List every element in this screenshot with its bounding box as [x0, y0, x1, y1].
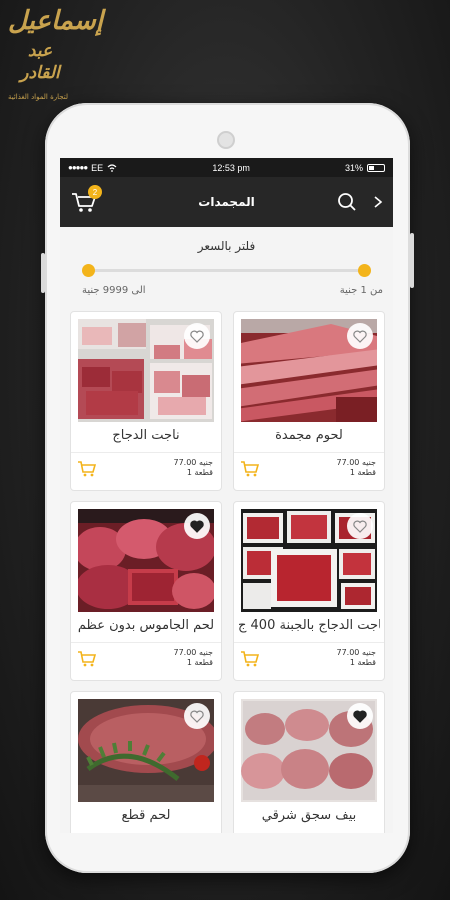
product-card[interactable]: لحم الجاموس بدون عظم 77.00 جنيه 1 قطعة [70, 501, 222, 681]
cart-icon [241, 461, 260, 477]
product-image[interactable] [241, 509, 377, 612]
product-card[interactable]: ناجت الدجاج 77.00 جنيه 1 قطعة [70, 311, 222, 491]
logo-script: إسماعيل [8, 6, 104, 36]
card-divider [71, 642, 221, 643]
favorite-button[interactable] [184, 513, 210, 539]
product-card[interactable]: بيف سجق شرقي [233, 691, 385, 833]
phone-camera [217, 131, 235, 149]
product-unit: 1 قطعة [349, 468, 376, 477]
cart-count-badge: 2 [88, 185, 102, 199]
app-header: 2 المجمدات [60, 177, 393, 227]
status-bar: ●●●●● EE 12:53 pm 31% [60, 158, 393, 177]
product-price-block: 77.00 جنيه 1 قطعة [173, 458, 213, 478]
product-unit: 1 قطعة [186, 658, 213, 667]
product-unit: 1 قطعة [186, 468, 213, 477]
product-card[interactable]: لحم قطع [70, 691, 222, 833]
product-name[interactable]: ناجت الدجاج [75, 428, 217, 443]
cart-icon [241, 651, 260, 667]
price-min-label: من 1 جنية [339, 285, 383, 296]
price-filter-label: فلتر بالسعر [197, 239, 256, 253]
heart-filled-icon [190, 520, 204, 533]
price-slider-max-handle[interactable] [82, 264, 95, 277]
status-time: 12:53 pm [212, 162, 250, 173]
add-to-cart-button[interactable] [77, 650, 97, 672]
heart-filled-icon [353, 710, 367, 723]
heart-outline-icon [353, 330, 367, 343]
product-card[interactable]: ناجت الدجاج بالجبنة 400 ج 77.00 جنيه 1 ق… [233, 501, 385, 681]
heart-outline-icon [190, 330, 204, 343]
favorite-button[interactable] [347, 323, 373, 349]
search-icon[interactable] [337, 192, 357, 212]
phone-side-button [41, 253, 45, 293]
product-price-block: 77.00 جنيه 1 قطعة [336, 458, 376, 478]
product-name[interactable]: بيف سجق شرقي [238, 808, 380, 823]
signal-icon: ●●●●● [68, 163, 88, 172]
favorite-button[interactable] [347, 513, 373, 539]
product-unit: 1 قطعة [349, 658, 376, 667]
favorite-button[interactable] [347, 703, 373, 729]
battery-percent: 31% [344, 162, 363, 173]
product-name[interactable]: ناجت الدجاج بالجبنة 400 ج [238, 618, 380, 633]
cart-icon [78, 461, 97, 477]
product-price-block: 77.00 جنيه 1 قطعة [336, 648, 376, 668]
app-screen: ●●●●● EE 12:53 pm 31% 2 المجمدات فلتر با… [60, 158, 393, 833]
product-name[interactable]: لحم قطع [75, 808, 217, 823]
product-image[interactable] [241, 699, 377, 802]
product-image[interactable] [78, 699, 214, 802]
carrier-label: EE [91, 162, 104, 173]
heart-outline-icon [190, 710, 204, 723]
battery-icon [366, 163, 385, 172]
product-price: 77.00 جنيه [173, 648, 213, 657]
add-to-cart-button[interactable] [240, 460, 260, 482]
product-image[interactable] [241, 319, 377, 422]
product-price: 77.00 جنيه [336, 458, 376, 467]
product-card[interactable]: لحوم مجمدة 77.00 جنيه 1 قطعة [233, 311, 385, 491]
price-slider-min-handle[interactable] [358, 264, 371, 277]
cart-icon [78, 651, 97, 667]
price-slider-track[interactable] [88, 269, 365, 272]
product-name[interactable]: لحوم مجمدة [238, 428, 380, 443]
card-divider [234, 642, 384, 643]
logo-tagline: لتجارة المواد الغذائية [7, 93, 69, 101]
card-divider [234, 452, 384, 453]
favorite-button[interactable] [184, 703, 210, 729]
chevron-right-icon[interactable] [373, 195, 383, 209]
logo-script-secondary: عبد القادر [20, 41, 60, 83]
add-to-cart-button[interactable] [240, 650, 260, 672]
product-price-block: 77.00 جنيه 1 قطعة [173, 648, 213, 668]
heart-outline-icon [353, 520, 367, 533]
product-image[interactable] [78, 509, 214, 612]
card-divider [71, 452, 221, 453]
brand-logo: إسماعيل عبد القادر لتجارة المواد الغذائي… [8, 6, 104, 106]
price-filter: فلتر بالسعر من 1 جنية الى 9999 جنية [60, 227, 393, 309]
product-image[interactable] [78, 319, 214, 422]
product-name[interactable]: لحم الجاموس بدون عظم [75, 618, 217, 633]
add-to-cart-button[interactable] [77, 460, 97, 482]
wifi-icon [107, 163, 117, 172]
product-price: 77.00 جنيه [336, 648, 376, 657]
cart-button[interactable]: 2 [70, 185, 104, 219]
price-max-label: الى 9999 جنية [82, 285, 146, 296]
phone-side-button [410, 233, 414, 288]
phone-frame: ●●●●● EE 12:53 pm 31% 2 المجمدات فلتر با… [41, 103, 414, 873]
product-price: 77.00 جنيه [173, 458, 213, 467]
favorite-button[interactable] [184, 323, 210, 349]
